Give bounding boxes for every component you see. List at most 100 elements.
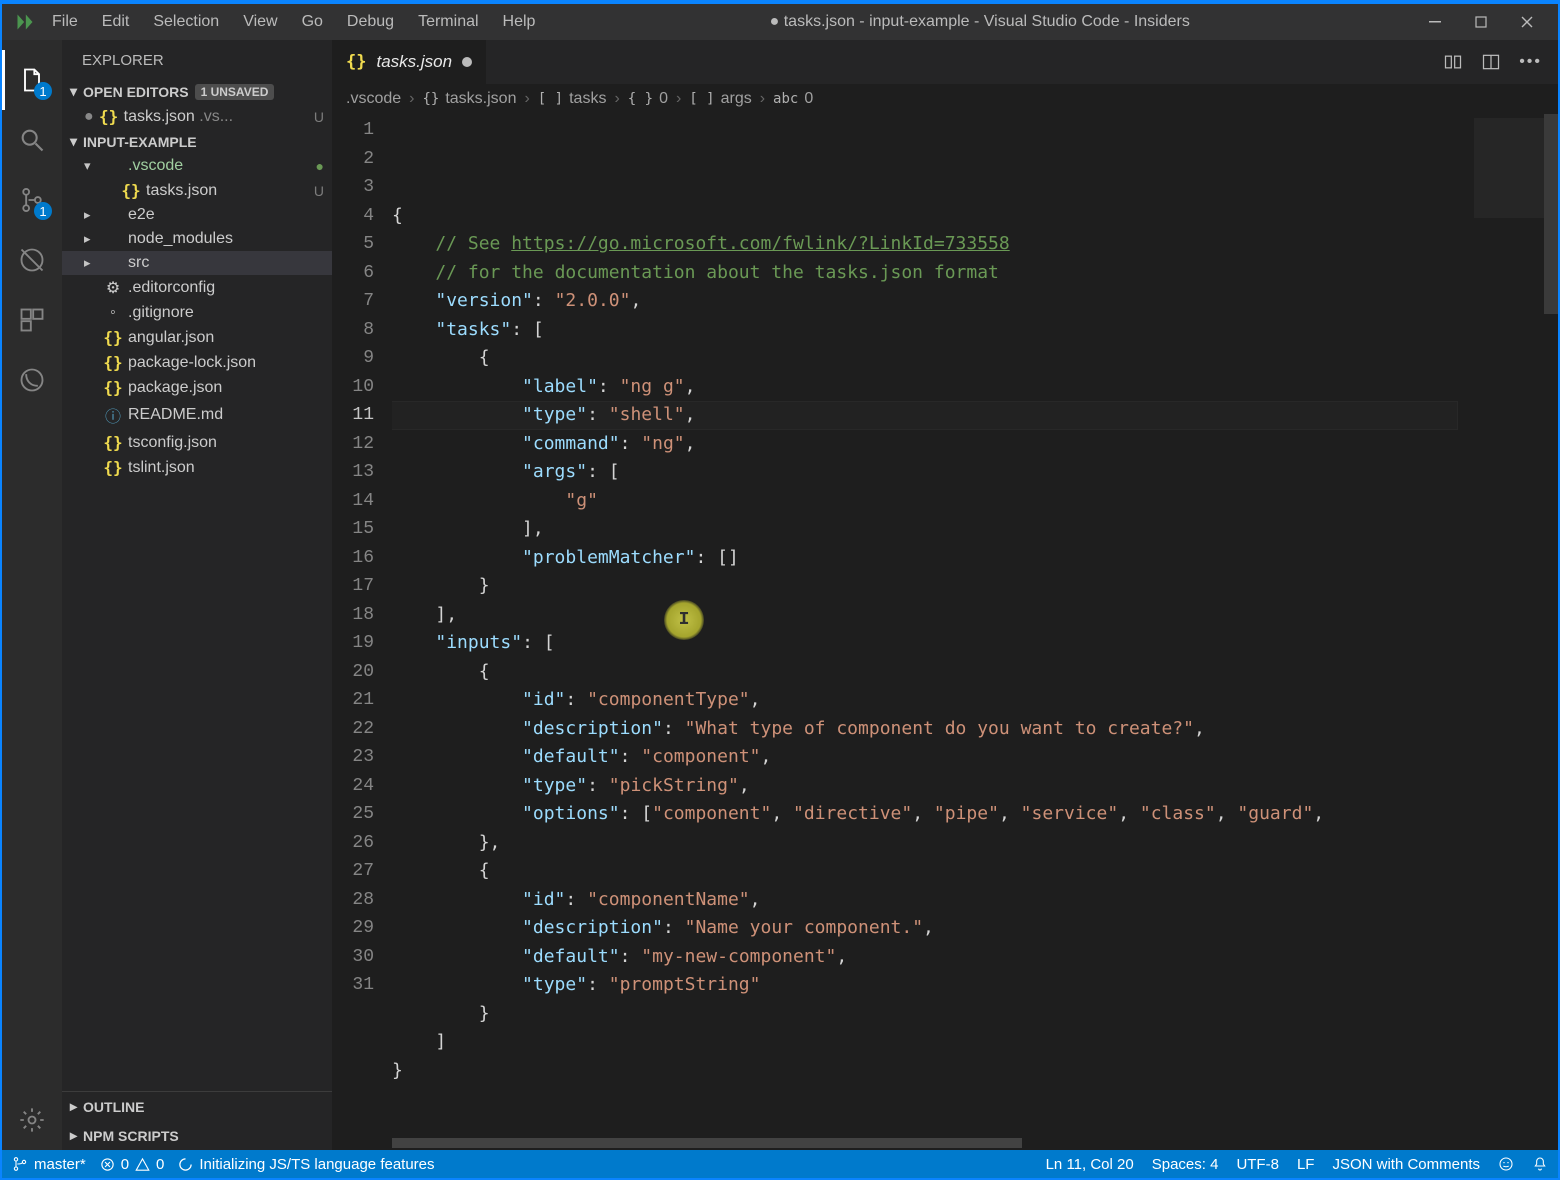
editor-tabs: {} tasks.json ••• xyxy=(332,40,1558,84)
workspace-name: input-example xyxy=(83,134,197,150)
breadcrumb-separator-icon: › xyxy=(614,90,619,108)
breadcrumb-icon: [ ] xyxy=(689,91,714,107)
tree-item-node_modules[interactable]: ▸ node_modules xyxy=(62,227,332,251)
menu-terminal[interactable]: Terminal xyxy=(406,7,490,37)
activity-debug[interactable] xyxy=(2,230,62,290)
menu-help[interactable]: Help xyxy=(491,7,548,37)
tree-item-e2e[interactable]: ▸ e2e xyxy=(62,203,332,227)
compare-icon[interactable] xyxy=(1443,52,1463,72)
hscrollbar-thumb[interactable] xyxy=(392,1138,1022,1148)
tree-label: .gitignore xyxy=(128,304,194,322)
breadcrumb-text: tasks xyxy=(569,90,606,108)
tree-item-tsconfig-json[interactable]: {} tsconfig.json xyxy=(62,430,332,455)
menu-debug[interactable]: Debug xyxy=(335,7,406,37)
open-editor-item[interactable]: ● {} tasks.json .vs... U xyxy=(62,104,332,129)
tree-item-README-md[interactable]: ⓘ README.md xyxy=(62,400,332,430)
editor-body[interactable]: 1234567891011121314151617181920212223242… xyxy=(332,114,1558,1136)
tree-item--vscode[interactable]: ▾ .vscode ● xyxy=(62,154,332,178)
tree-label: package-lock.json xyxy=(128,354,256,372)
status-eol[interactable]: LF xyxy=(1297,1156,1315,1173)
tree-item-src[interactable]: ▸ src xyxy=(62,251,332,275)
activity-settings[interactable] xyxy=(2,1090,62,1150)
status-cursor[interactable]: Ln 11, Col 20 xyxy=(1046,1156,1134,1173)
git-marker: U xyxy=(314,183,324,199)
chevron-icon: ▸ xyxy=(84,255,98,271)
outline-header[interactable]: ▸ OUTLINE xyxy=(62,1092,332,1121)
status-bell-icon[interactable] xyxy=(1532,1156,1548,1172)
scrollbar-thumb[interactable] xyxy=(1544,114,1558,314)
status-bar: master* 0 0 Initializing JS/TS language … xyxy=(2,1150,1558,1178)
open-editor-name: tasks.json .vs... xyxy=(124,108,233,126)
code-view[interactable]: { // See https://go.microsoft.com/fwlink… xyxy=(392,114,1458,1136)
git-status: U xyxy=(314,109,324,125)
breadcrumb-icon: { } xyxy=(628,91,653,107)
breadcrumb-item[interactable]: abc0 xyxy=(773,90,813,108)
status-spaces[interactable]: Spaces: 4 xyxy=(1152,1156,1219,1173)
menu-go[interactable]: Go xyxy=(290,7,335,37)
file-icon: {} xyxy=(104,378,122,397)
file-icon: ◦ xyxy=(104,304,122,322)
split-editor-icon[interactable] xyxy=(1481,52,1501,72)
status-feedback-icon[interactable] xyxy=(1498,1156,1514,1172)
breadcrumb-separator-icon: › xyxy=(524,90,529,108)
breadcrumb-item[interactable]: [ ]args xyxy=(689,90,751,108)
open-editors-header[interactable]: ▾ OPEN EDITORS 1 UNSAVED xyxy=(62,79,332,104)
status-problems[interactable]: 0 0 xyxy=(100,1156,165,1173)
breadcrumb-separator-icon: › xyxy=(676,90,681,108)
workspace-header[interactable]: ▾ input-example xyxy=(62,129,332,154)
breadcrumb-text: 0 xyxy=(659,90,668,108)
minimap[interactable] xyxy=(1458,114,1558,1136)
breadcrumb-item[interactable]: {}tasks.json xyxy=(422,90,516,108)
npm-scripts-header[interactable]: ▸ NPM SCRIPTS xyxy=(62,1121,332,1150)
tree-item-tslint-json[interactable]: {} tslint.json xyxy=(62,455,332,480)
activity-search[interactable] xyxy=(2,110,62,170)
menu-file[interactable]: File xyxy=(40,7,90,37)
breadcrumb-item[interactable]: { } 0 xyxy=(628,90,668,108)
menu-edit[interactable]: Edit xyxy=(90,7,142,37)
breadcrumb-separator-icon: › xyxy=(760,90,765,108)
activity-docker[interactable] xyxy=(2,350,62,410)
tree-item-package-lock-json[interactable]: {} package-lock.json xyxy=(62,350,332,375)
open-editors-label: OPEN EDITORS xyxy=(83,84,189,100)
activity-extensions[interactable] xyxy=(2,290,62,350)
tree-label: package.json xyxy=(128,379,222,397)
horizontal-scrollbar[interactable] xyxy=(332,1136,1558,1150)
unsaved-badge: 1 UNSAVED xyxy=(195,84,275,100)
menu-view[interactable]: View xyxy=(231,7,289,37)
more-actions-icon[interactable]: ••• xyxy=(1519,53,1542,71)
tree-item-angular-json[interactable]: {} angular.json xyxy=(62,325,332,350)
chevron-icon: ▸ xyxy=(84,231,98,247)
breadcrumb-item[interactable]: .vscode xyxy=(346,90,401,108)
breadcrumb-item[interactable]: [ ]tasks xyxy=(538,90,607,108)
dirty-dot-icon: ● xyxy=(84,108,94,126)
file-icon: {} xyxy=(104,433,122,452)
close-button[interactable] xyxy=(1504,4,1550,40)
tree-label: README.md xyxy=(128,406,223,424)
editor-area: {} tasks.json ••• .vscode › {}tasks.json › [… xyxy=(332,40,1558,1150)
error-count: 0 xyxy=(121,1156,129,1173)
tree-item--gitignore[interactable]: ◦ .gitignore xyxy=(62,301,332,325)
json-icon: {} xyxy=(100,107,118,126)
file-icon: ⚙ xyxy=(104,278,122,298)
status-encoding[interactable]: UTF-8 xyxy=(1236,1156,1279,1173)
menu-selection[interactable]: Selection xyxy=(141,7,231,37)
breadcrumb-text: .vscode xyxy=(346,90,401,108)
activity-explorer[interactable]: 1 xyxy=(2,50,62,110)
tree-item-tasks-json[interactable]: {} tasks.json U xyxy=(62,178,332,203)
tree-label: tsconfig.json xyxy=(128,434,217,452)
tree-label: tslint.json xyxy=(128,459,195,477)
status-language[interactable]: JSON with Comments xyxy=(1332,1156,1480,1173)
npm-scripts-label: NPM SCRIPTS xyxy=(83,1128,179,1144)
activity-scm[interactable]: 1 xyxy=(2,170,62,230)
status-busy[interactable]: Initializing JS/TS language features xyxy=(178,1156,434,1173)
editor-tab-tasks[interactable]: {} tasks.json xyxy=(332,40,487,84)
tree-label: .editorconfig xyxy=(128,279,215,297)
breadcrumbs[interactable]: .vscode›{}tasks.json›[ ]tasks›{ }0›[ ]ar… xyxy=(332,84,1558,114)
tree-item--editorconfig[interactable]: ⚙ .editorconfig xyxy=(62,275,332,301)
maximize-button[interactable] xyxy=(1458,4,1504,40)
tree-item-package-json[interactable]: {} package.json xyxy=(62,375,332,400)
minimize-button[interactable] xyxy=(1412,4,1458,40)
status-git-branch[interactable]: master* xyxy=(12,1156,86,1173)
git-marker: ● xyxy=(316,158,324,174)
file-icon: ⓘ xyxy=(104,403,122,427)
